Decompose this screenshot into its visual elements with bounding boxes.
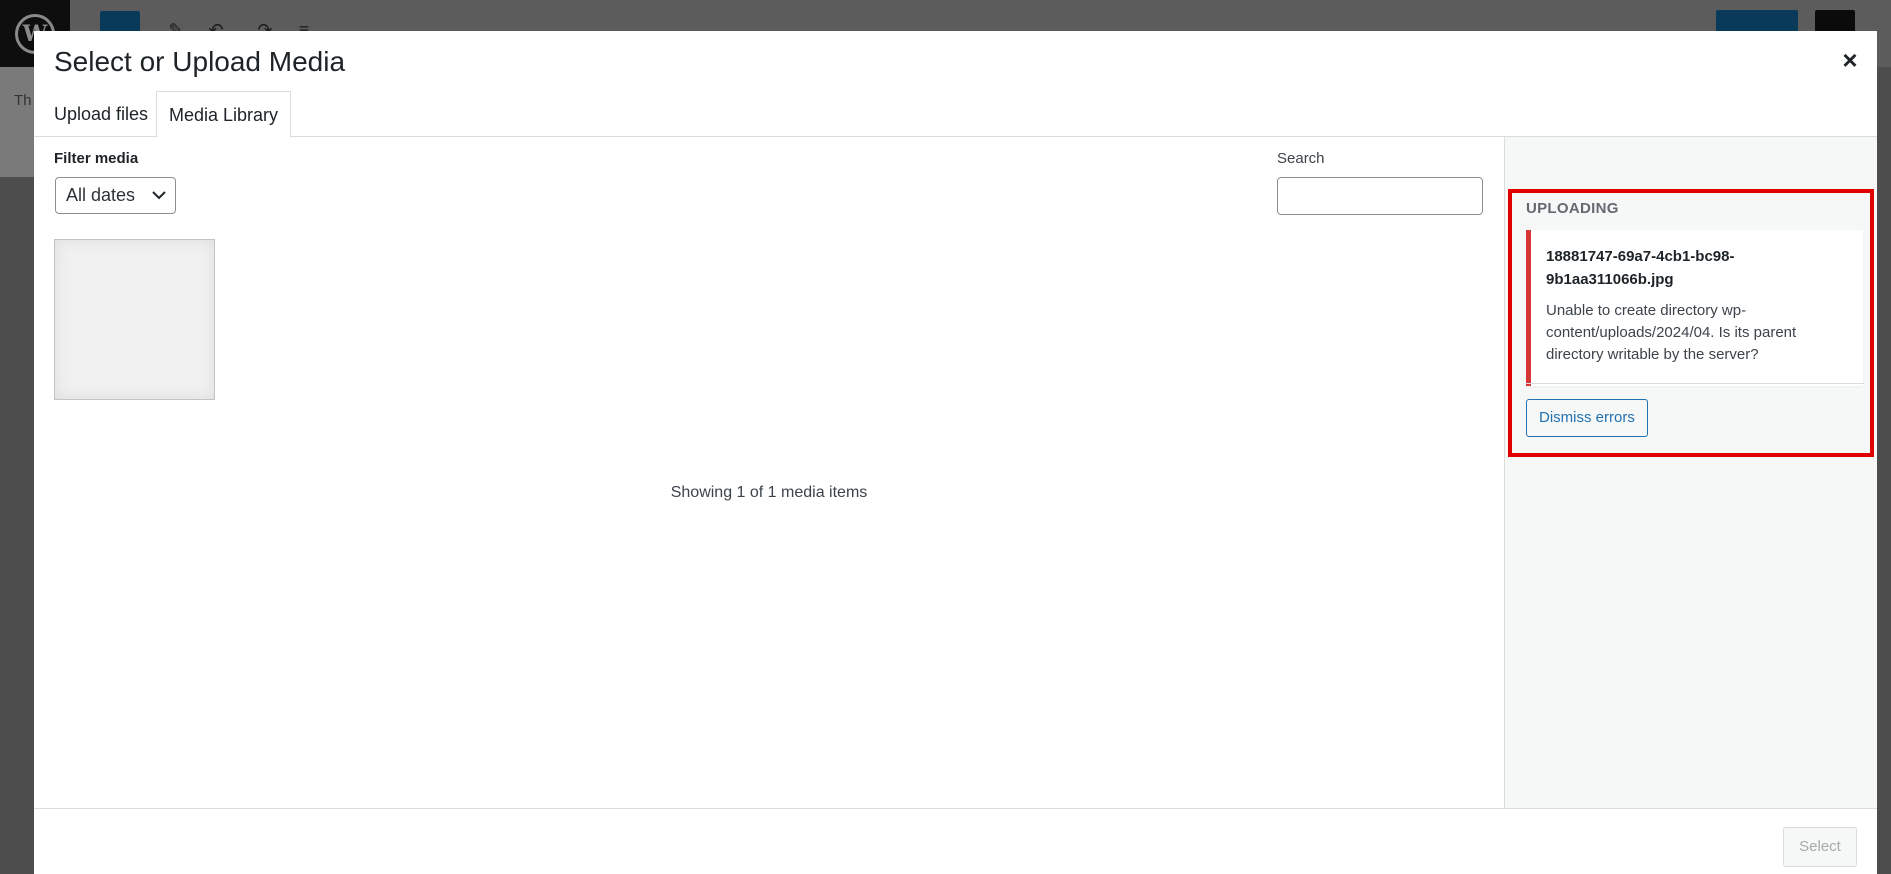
filter-media-label: Filter media (54, 150, 139, 167)
search-input[interactable] (1277, 177, 1483, 215)
media-sidebar: UPLOADING 18881747-69a7-4cb1-bc98-9b1aa3… (1504, 137, 1877, 808)
tab-media-library[interactable]: Media Library (156, 91, 292, 138)
date-filter-value: All dates (66, 185, 136, 205)
editor-text-fragment: Th (14, 92, 32, 109)
error-filename: 18881747-69a7-4cb1-bc98-9b1aa311066b.jpg (1546, 248, 1735, 288)
modal-footer: Select (34, 808, 1877, 874)
error-message: Unable to create directory wp-content/up… (1546, 302, 1797, 363)
editor-content-dimmed: Th (0, 67, 34, 177)
media-tabs: Upload files Media Library (34, 91, 1877, 138)
close-icon[interactable]: × (1835, 45, 1865, 75)
search-label: Search (1277, 150, 1325, 167)
uploading-title: UPLOADING (1526, 200, 1619, 217)
upload-error-card: 18881747-69a7-4cb1-bc98-9b1aa311066b.jpg… (1526, 230, 1863, 386)
select-button[interactable]: Select (1783, 827, 1857, 867)
media-library-content: Filter media All dates Search Showing 1 … (34, 137, 1504, 808)
tab-upload-files[interactable]: Upload files (42, 91, 160, 137)
date-filter-select[interactable]: All dates (55, 177, 176, 214)
dismiss-errors-button[interactable]: Dismiss errors (1526, 399, 1648, 437)
divider (1526, 383, 1864, 384)
chevron-down-icon (151, 178, 167, 226)
media-item-thumbnail[interactable] (54, 239, 215, 400)
media-modal: Select or Upload Media × Upload files Me… (34, 31, 1877, 874)
media-count-text: Showing 1 of 1 media items (670, 484, 868, 501)
modal-title: Select or Upload Media (54, 46, 346, 77)
